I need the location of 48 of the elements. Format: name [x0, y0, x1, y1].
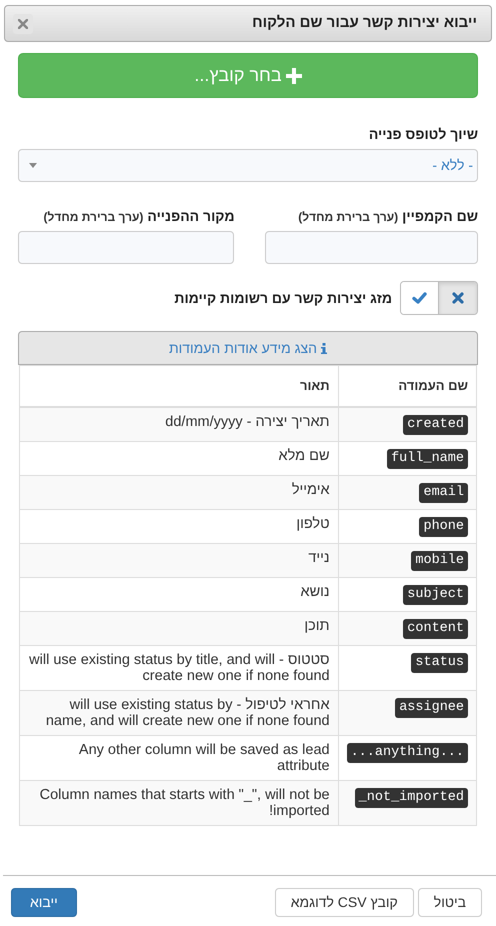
field-note: (ערך ברירת מחדל)	[44, 209, 144, 226]
table-cell: תאריך יצירה - dd/mm/yyyy	[20, 406, 338, 441]
on-toggle-button[interactable]	[401, 282, 439, 314]
column-code: status	[411, 652, 468, 672]
import-button[interactable]: ייבוא	[11, 888, 77, 917]
column-code: email	[419, 482, 468, 502]
column-code: created	[403, 414, 468, 434]
caret-icon	[29, 163, 37, 168]
column-code: ...anything...	[346, 742, 468, 762]
info-icon	[321, 342, 328, 354]
table-cell: סטטוס - will use existing status by title, and will create new one if none found	[20, 645, 338, 690]
check-icon	[412, 292, 427, 304]
choose-file-button[interactable]: בחר קובץ...	[18, 53, 478, 98]
field-label: מקור ההפנייה	[147, 207, 234, 226]
merge-label: מזג יצירות קשר עם רשומות קיימות	[174, 288, 392, 308]
footer-button[interactable]: קובץ CSV לדוגמא	[274, 888, 414, 917]
field-label: שם הקמפיין	[402, 207, 478, 226]
table-cell: תוכן	[20, 611, 338, 645]
off-toggle-button[interactable]	[439, 282, 477, 314]
table-cell: נייד	[20, 543, 338, 577]
table-cell: Column names that starts with "_", will not be imported!	[20, 780, 338, 825]
field-label: שיוך לטופס פנייה	[368, 125, 478, 144]
close-button[interactable]	[13, 14, 33, 34]
column-header: תאור	[20, 366, 338, 406]
column-code: mobile	[411, 550, 468, 570]
input-field[interactable]	[265, 231, 478, 264]
table-cell: אחראי לטיפול - will use existing status by name, and will create new one if none found	[20, 690, 338, 735]
column-code: phone	[419, 516, 468, 536]
table-cell: נושא	[20, 577, 338, 611]
dialog-title: ייבוא יצירות קשר עבור שם הלקוח	[252, 13, 477, 34]
field-note: (ערך ברירת מחדל)	[298, 209, 398, 226]
column-code: subject	[403, 584, 468, 604]
plus-icon	[286, 68, 302, 84]
column-code: _not_imported	[354, 788, 468, 808]
form-select[interactable]: - ללא -	[18, 149, 478, 182]
table-cell: Any other column will be saved as lead attribute	[20, 735, 338, 780]
table-cell: אימייל	[20, 475, 338, 509]
column-code: assignee	[395, 698, 468, 718]
table-cell: טלפון	[20, 509, 338, 543]
column-code: content	[403, 618, 468, 638]
footer-button[interactable]: ביטול	[418, 888, 482, 917]
column-code: full_name	[387, 448, 468, 468]
info-toggle-button[interactable]: הצג מידע אודות העמודות	[18, 331, 478, 365]
column-header: שם העמודה	[338, 366, 476, 406]
input-field[interactable]	[18, 231, 234, 264]
close-icon	[18, 18, 28, 28]
close-icon	[452, 292, 464, 304]
table-cell: שם מלא	[20, 441, 338, 475]
